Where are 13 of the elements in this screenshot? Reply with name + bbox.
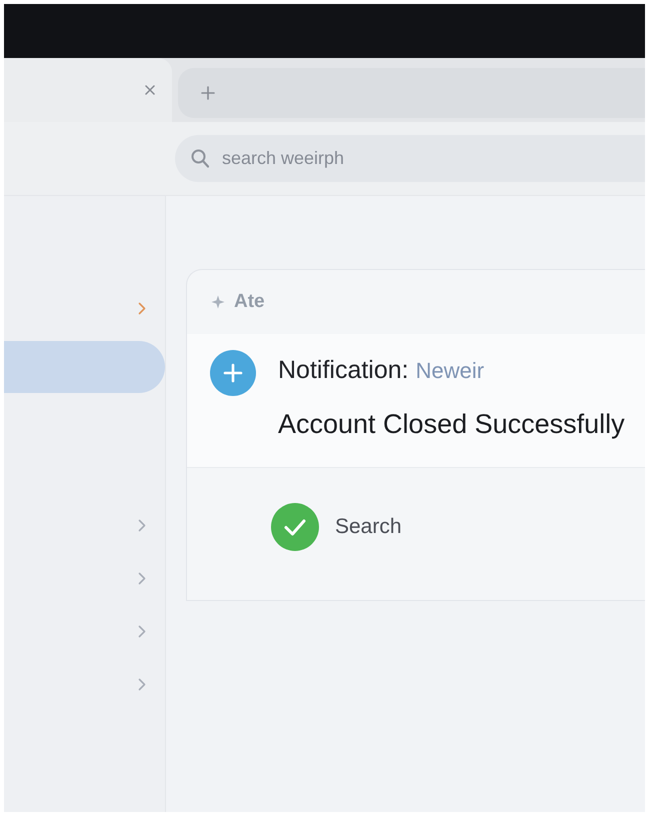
plus-circle-icon xyxy=(210,350,256,396)
status-label: Search xyxy=(335,515,402,539)
sparkle-icon xyxy=(211,295,225,309)
notification-label: Notification: xyxy=(278,355,409,385)
sidebar-item[interactable] xyxy=(4,341,165,393)
check-circle-icon xyxy=(271,503,319,551)
notification-message: Account Closed Successfully xyxy=(278,408,625,440)
notification-value: Neweir xyxy=(416,357,484,385)
plus-icon xyxy=(201,86,215,100)
card-title: Ate xyxy=(234,291,265,313)
search-field[interactable]: search weeirph xyxy=(175,135,645,182)
search-icon xyxy=(191,149,209,168)
close-icon xyxy=(145,85,155,95)
